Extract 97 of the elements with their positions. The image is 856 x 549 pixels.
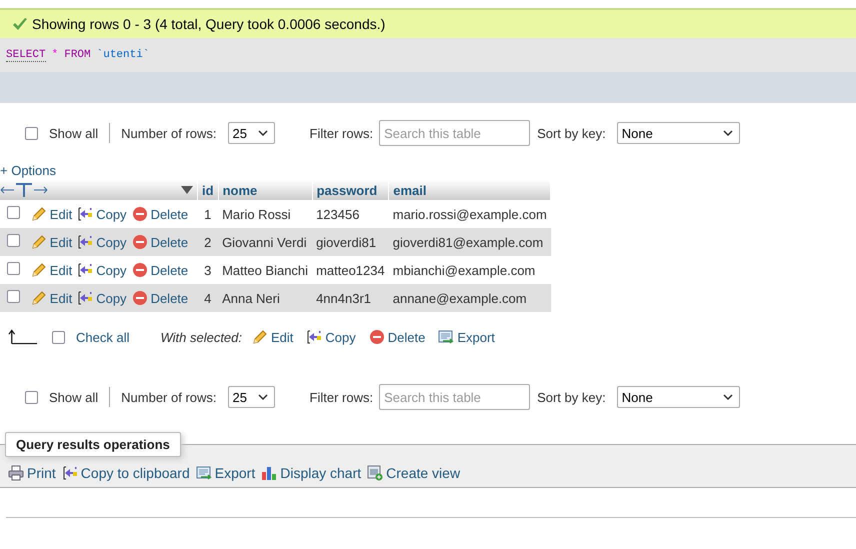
view-icon (367, 465, 384, 481)
action-link[interactable]: Edit (50, 234, 72, 250)
table-cell: gioverdi81@example.com (392, 234, 544, 250)
action-link[interactable]: Delete (150, 290, 188, 306)
message-text: Showing rows 0 - 3 (4 total, Query took 0.0006 seconds.) (32, 16, 386, 32)
delete-icon (368, 329, 385, 345)
chevron-down-icon (722, 130, 733, 136)
check-icon (12, 17, 28, 31)
table-cell: Anna Neri (222, 290, 280, 306)
action-link[interactable]: Copy (96, 234, 127, 250)
table-cell: gioverdi81 (316, 234, 376, 250)
copy-icon (62, 465, 78, 481)
operation-link[interactable]: Create view (386, 465, 460, 481)
table-cell: mario.rossi@example.com (392, 206, 547, 222)
table-cell: mbianchi@example.com (392, 262, 536, 278)
arrow-up-icon (8, 329, 38, 345)
row-checkbox[interactable] (7, 290, 20, 303)
action-link[interactable]: Edit (50, 262, 72, 278)
action-link[interactable]: Copy (325, 330, 356, 344)
chevron-down-icon (722, 394, 733, 400)
table-cell: 1 (204, 206, 212, 222)
action-link[interactable]: Delete (150, 206, 188, 222)
section-legend: Query results operations (5, 432, 181, 457)
action-link[interactable]: Copy (96, 206, 127, 222)
sql-table-name: `utenti` (96, 49, 150, 61)
sql-keyword: FROM (64, 49, 91, 61)
table-cell: Mario Rossi (222, 206, 291, 222)
delete-icon (132, 234, 148, 250)
pencil-icon (252, 329, 268, 345)
export-icon (196, 465, 212, 481)
copy-icon (77, 206, 94, 222)
table-cell: 4nn4n3r1 (316, 290, 372, 306)
action-link[interactable]: Copy (96, 290, 127, 306)
action-link[interactable]: Edit (50, 206, 72, 222)
row-checkbox[interactable] (7, 206, 20, 219)
show-all-label[interactable]: Show all (49, 390, 98, 404)
pencil-icon (30, 262, 47, 278)
table-cell: annane@example.com (392, 290, 527, 306)
dropdown-icon[interactable] (181, 186, 193, 194)
delete-icon (132, 206, 148, 222)
table-cell: 4 (204, 290, 212, 306)
copy-icon (77, 290, 94, 306)
copy-icon (306, 329, 322, 345)
sort-label: Sort by key: (537, 126, 606, 140)
table-cell: 2 (204, 234, 212, 250)
sort-label: Sort by key: (537, 390, 606, 404)
delete-icon (132, 262, 148, 278)
operation-link[interactable]: Display chart (280, 465, 362, 481)
table-cell: 3 (204, 262, 212, 278)
operation-link[interactable]: Export (214, 465, 256, 481)
options-link[interactable]: + Options (0, 163, 56, 178)
pencil-icon (30, 234, 47, 250)
pencil-icon (30, 290, 47, 306)
sql-keyword[interactable]: SELECT (6, 48, 46, 62)
action-link[interactable]: Edit (271, 330, 294, 344)
operation-link[interactable]: Print (27, 465, 56, 481)
row-checkbox[interactable] (7, 234, 20, 247)
copy-icon (77, 234, 94, 250)
sort-select[interactable]: None (616, 122, 740, 144)
action-link[interactable]: Delete (150, 234, 188, 250)
search-field[interactable]: Search this table (379, 384, 530, 410)
show-all-label[interactable]: Show all (49, 126, 98, 140)
checkbox[interactable] (25, 126, 38, 140)
action-link[interactable]: Copy (96, 262, 127, 278)
filter-label: Filter rows: (310, 126, 374, 140)
delete-icon (132, 290, 148, 306)
rows-select[interactable]: 25 (228, 386, 275, 408)
column-resize-icon[interactable] (0, 182, 48, 198)
chevron-down-icon (258, 130, 268, 136)
printer-icon (8, 465, 24, 481)
export-icon (438, 329, 454, 345)
table-cell: Giovanni Verdi (222, 234, 307, 250)
check-all-link[interactable]: Check all (76, 330, 130, 344)
table-cell: Matteo Bianchi (222, 262, 308, 278)
rows-label: Number of rows: (121, 126, 217, 140)
row-checkbox[interactable] (7, 262, 20, 275)
checkbox[interactable] (25, 390, 38, 404)
search-field[interactable]: Search this table (379, 120, 530, 146)
pencil-icon (30, 206, 47, 222)
operation-link[interactable]: Copy to clipboard (80, 465, 190, 481)
filter-label: Filter rows: (310, 390, 374, 404)
copy-icon (77, 262, 94, 278)
check-all-checkbox[interactable] (52, 330, 65, 344)
action-link[interactable]: Edit (50, 290, 72, 306)
chevron-down-icon (258, 394, 268, 400)
sql-operator: * (52, 49, 58, 61)
table-cell: 123456 (316, 206, 360, 222)
action-link[interactable]: Delete (150, 262, 188, 278)
column-header[interactable]: email (393, 182, 426, 198)
rows-label: Number of rows: (121, 390, 217, 404)
table-cell: matteo1234 (316, 262, 385, 278)
action-link[interactable]: Delete (388, 330, 426, 344)
sort-select[interactable]: None (616, 386, 740, 408)
with-selected-label: With selected: (160, 330, 242, 344)
bar-chart-icon (261, 465, 278, 481)
rows-select[interactable]: 25 (228, 122, 275, 144)
action-link[interactable]: Export (457, 330, 495, 344)
